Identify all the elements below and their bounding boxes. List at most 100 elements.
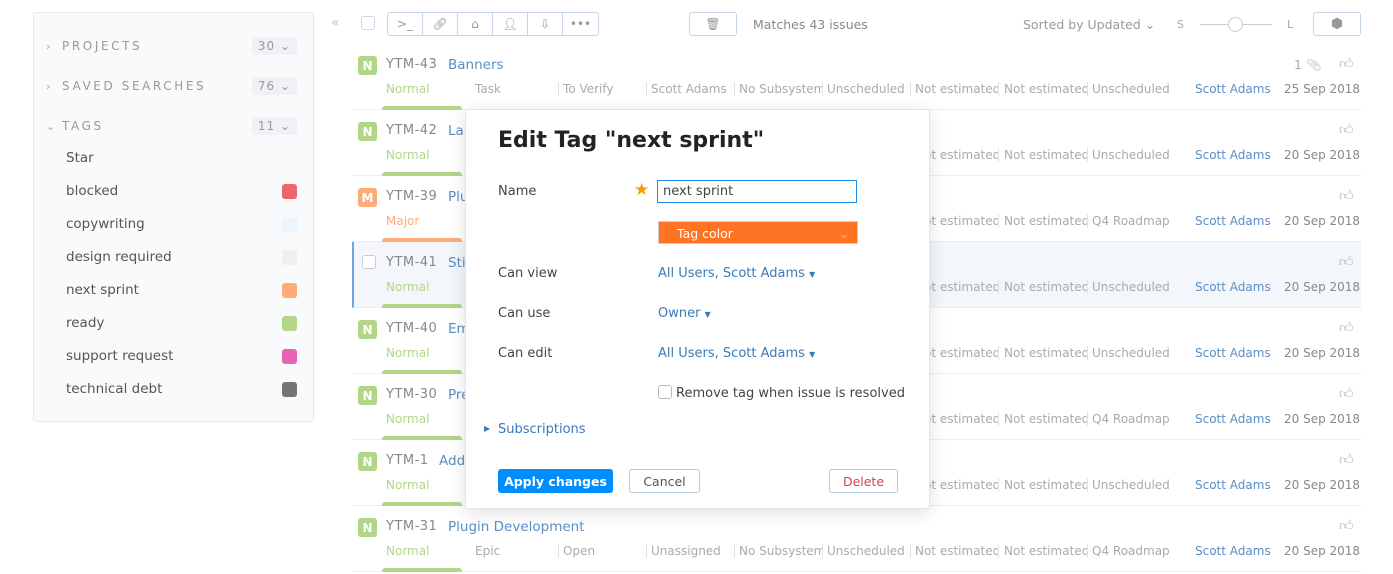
issue-reporter[interactable]: Scott Adams xyxy=(1195,412,1275,426)
thumbs-up-icon[interactable]: 👍︎ xyxy=(1339,187,1354,204)
issue-reporter[interactable]: Scott Adams xyxy=(1195,544,1275,558)
issue-reporter[interactable]: Scott Adams xyxy=(1195,478,1275,492)
issue-summary[interactable]: Sti xyxy=(448,255,466,271)
issue-field[interactable]: Unscheduled xyxy=(1092,280,1176,294)
issue-id[interactable]: YTM-1 xyxy=(386,453,429,468)
can-use-dropdown[interactable]: Owner ▼ xyxy=(658,306,711,321)
issue-field[interactable]: Unscheduled xyxy=(827,82,911,96)
collapse-sidebar-icon[interactable]: « xyxy=(331,15,340,31)
issue-field[interactable]: Not estimated xyxy=(1004,346,1088,360)
field-priority[interactable]: Normal xyxy=(386,82,466,96)
thumbs-up-icon[interactable]: 👍︎ xyxy=(1339,517,1354,534)
cancel-button[interactable]: Cancel xyxy=(629,469,700,493)
section-count[interactable]: 76 ⌄ xyxy=(251,77,297,95)
issue-field[interactable]: Not estimated xyxy=(1004,214,1088,228)
issue-field[interactable]: Scott Adams xyxy=(651,82,735,96)
sidebar-section-saved-searches[interactable]: › SAVED SEARCHES 76 ⌄ xyxy=(46,75,297,97)
expand-icon[interactable]: ▶ xyxy=(484,424,490,433)
issue-field[interactable]: Not estimated xyxy=(1004,148,1088,162)
field-priority[interactable]: Major xyxy=(386,214,466,228)
subscriptions-toggle[interactable]: Subscriptions xyxy=(498,422,586,437)
issue-field[interactable]: Open xyxy=(563,544,647,558)
tag-item[interactable]: ready xyxy=(66,313,297,333)
issue-field[interactable]: Not estimated xyxy=(1004,412,1088,426)
issue-id[interactable]: YTM-43 xyxy=(386,57,437,72)
remove-tag-label[interactable]: Remove tag when issue is resolved xyxy=(676,386,905,401)
command-icon[interactable]: >_ xyxy=(388,13,423,35)
issue-field[interactable]: No Subsystem xyxy=(739,544,823,558)
apply-changes-button[interactable]: Apply changes xyxy=(498,469,613,493)
sidebar-section-projects[interactable]: › PROJECTS 30 ⌄ xyxy=(46,35,297,57)
issue-reporter[interactable]: Scott Adams xyxy=(1195,214,1275,228)
more-icon[interactable]: ••• xyxy=(563,13,598,35)
issue-field[interactable]: Task xyxy=(475,82,559,96)
issue-field[interactable]: Unassigned xyxy=(651,544,735,558)
issue-id[interactable]: YTM-40 xyxy=(386,321,437,336)
issue-field[interactable]: Not estimated xyxy=(1004,280,1088,294)
sort-dropdown[interactable]: Sorted by Updated ⌄ xyxy=(1023,17,1155,32)
issue-id[interactable]: YTM-39 xyxy=(386,189,437,204)
size-slider-handle[interactable] xyxy=(1228,17,1243,32)
tag-item[interactable]: Star xyxy=(66,148,297,168)
link-icon[interactable]: 🔗︎ xyxy=(423,13,458,35)
issue-field[interactable]: Not estimated xyxy=(1004,478,1088,492)
issue-field[interactable]: Q4 Roadmap xyxy=(1092,214,1176,228)
issue-row[interactable]: N YTM-43 Banners Normal Task To Verify Scott A… xyxy=(352,44,1361,110)
star-icon[interactable]: ★ xyxy=(634,180,649,200)
issue-field[interactable]: Unscheduled xyxy=(1092,346,1176,360)
field-priority[interactable]: Normal xyxy=(386,346,466,360)
tag-item[interactable]: copywriting xyxy=(66,214,297,234)
settings-button[interactable]: ⬢ xyxy=(1313,12,1361,36)
tag-item[interactable]: next sprint xyxy=(66,280,297,300)
sidebar-section-tags[interactable]: ⌄ TAGS 11 ⌄ xyxy=(46,115,297,137)
user-icon[interactable]: 👤︎ xyxy=(493,13,528,35)
select-all-checkbox[interactable] xyxy=(361,16,375,30)
issue-field[interactable]: No Subsystem xyxy=(739,82,823,96)
thumbs-up-icon[interactable]: 👍︎ xyxy=(1339,385,1354,402)
issue-reporter[interactable]: Scott Adams xyxy=(1195,148,1275,162)
issue-id[interactable]: YTM-31 xyxy=(386,519,437,534)
issue-field[interactable]: Unscheduled xyxy=(1092,82,1176,96)
tag-item[interactable]: support request xyxy=(66,346,297,366)
can-edit-dropdown[interactable]: All Users, Scott Adams ▼ xyxy=(658,346,815,361)
issue-id[interactable]: YTM-41 xyxy=(386,255,437,270)
tag-color-select[interactable]: Tag color ⌄ xyxy=(658,221,858,244)
issue-checkbox[interactable] xyxy=(362,255,376,269)
issue-reporter[interactable]: Scott Adams xyxy=(1195,346,1275,360)
issue-row[interactable]: N YTM-31 Plugin Development Normal Epic Open U… xyxy=(352,506,1361,572)
field-priority[interactable]: Normal xyxy=(386,544,466,558)
thumbs-up-icon[interactable]: 👍︎ xyxy=(1339,121,1354,138)
thumbs-up-icon[interactable]: 👍︎ xyxy=(1339,451,1354,468)
field-priority[interactable]: Normal xyxy=(386,412,466,426)
thumbs-up-icon[interactable]: 👍︎ xyxy=(1339,55,1354,72)
thumbs-up-icon[interactable]: 👍︎ xyxy=(1339,319,1354,336)
issue-id[interactable]: YTM-30 xyxy=(386,387,437,402)
issue-field[interactable]: Not estimated xyxy=(1004,544,1088,558)
issue-field[interactable]: Not estimated xyxy=(915,82,999,96)
issue-field[interactable]: Q4 Roadmap xyxy=(1092,412,1176,426)
tag-item[interactable]: design required xyxy=(66,247,297,267)
issue-summary[interactable]: Add xyxy=(439,453,465,469)
can-view-dropdown[interactable]: All Users, Scott Adams ▼ xyxy=(658,266,815,281)
issue-summary[interactable]: Banners xyxy=(448,57,504,73)
issue-summary[interactable]: La xyxy=(448,123,464,139)
issue-field[interactable]: Q4 Roadmap xyxy=(1092,544,1176,558)
issue-field[interactable]: Unscheduled xyxy=(1092,478,1176,492)
issue-summary[interactable]: Plugin Development xyxy=(448,519,585,535)
delete-button[interactable]: 🗑︎ xyxy=(689,12,737,36)
field-priority[interactable]: Normal xyxy=(386,280,466,294)
remove-tag-checkbox[interactable] xyxy=(658,385,672,399)
field-priority[interactable]: Normal xyxy=(386,478,466,492)
export-icon[interactable]: ⇩ xyxy=(528,13,563,35)
delete-tag-button[interactable]: Delete xyxy=(829,469,898,493)
issue-field[interactable]: Not estimated xyxy=(915,544,999,558)
tag-item[interactable]: blocked xyxy=(66,181,297,201)
issue-reporter[interactable]: Scott Adams xyxy=(1195,82,1275,96)
attachments-count[interactable]: 1 📎︎ xyxy=(1294,57,1322,73)
section-count[interactable]: 11 ⌄ xyxy=(251,117,297,135)
tag-name-input[interactable] xyxy=(657,180,857,203)
tag-icon[interactable]: ⌂ xyxy=(458,13,493,35)
issue-reporter[interactable]: Scott Adams xyxy=(1195,280,1275,294)
issue-field[interactable]: Epic xyxy=(475,544,559,558)
field-priority[interactable]: Normal xyxy=(386,148,466,162)
